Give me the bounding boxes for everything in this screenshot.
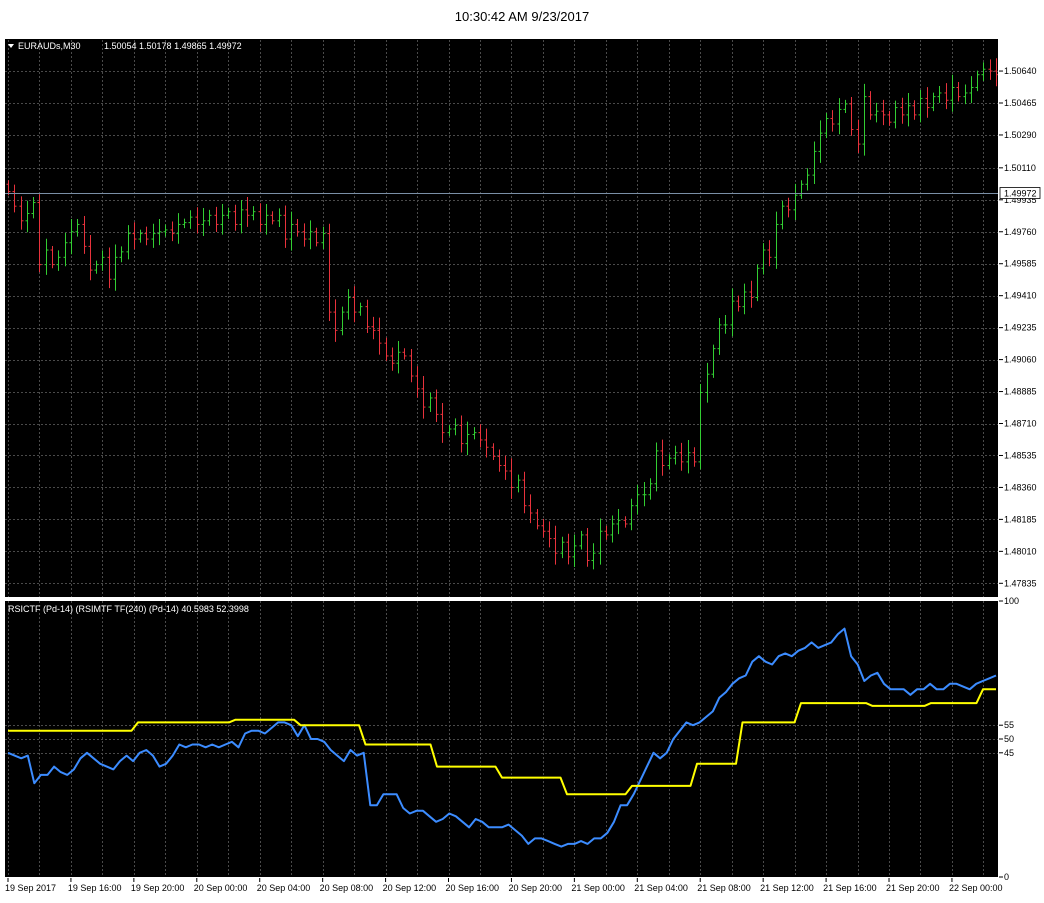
time-axis-label: 19 Sep 16:00	[68, 883, 122, 893]
time-axis-label: 21 Sep 08:00	[697, 883, 751, 893]
rsi-axis-label: 45	[1004, 748, 1014, 758]
price-axis-label: 1.50110	[1004, 163, 1036, 173]
time-axis-label: 19 Sep 2017	[5, 883, 56, 893]
time-axis-label: 20 Sep 04:00	[257, 883, 311, 893]
price-axis: 1.506401.504651.502901.501101.499351.497…	[999, 66, 1037, 588]
rsi-axis-label: 55	[1004, 720, 1014, 730]
price-axis-label: 1.48710	[1004, 419, 1037, 429]
time-axis-label: 20 Sep 16:00	[446, 883, 500, 893]
price-axis-label: 1.50290	[1004, 130, 1037, 140]
time-axis-label: 20 Sep 20:00	[508, 883, 562, 893]
price-legend-symbol: EURAUDs,M30	[18, 41, 81, 51]
indicator-legend: RSICTF (Pd-14) (RSIMTF TF(240) (Pd-14) 4…	[8, 604, 249, 614]
time-axis-label: 19 Sep 20:00	[131, 883, 185, 893]
price-axis-label: 1.48535	[1004, 450, 1037, 460]
time-axis-label: 21 Sep 12:00	[760, 883, 814, 893]
price-legend-ohlc: 1.50054 1.50178 1.49865 1.49972	[104, 41, 242, 51]
rsi-axis-label: 50	[1004, 734, 1014, 744]
time-axis-label: 21 Sep 00:00	[571, 883, 625, 893]
time-axis-label: 20 Sep 00:00	[194, 883, 248, 893]
price-axis-label: 1.49060	[1004, 355, 1037, 365]
price-axis-label: 1.48185	[1004, 514, 1037, 524]
trading-chart[interactable]: EURAUDs,M30 1.50054 1.50178 1.49865 1.49…	[0, 0, 1044, 903]
time-axis: 19 Sep 2017 19 Sep 16:00 19 Sep 20:00 20 Se…	[5, 878, 1003, 893]
time-axis-label: 22 Sep 00:00	[949, 883, 1003, 893]
price-axis-label: 1.49235	[1004, 323, 1037, 333]
price-axis-label: 1.48010	[1004, 546, 1037, 556]
current-price-tag: 1.49972	[999, 187, 1041, 199]
svg-text:1.49972: 1.49972	[1004, 189, 1037, 199]
price-axis-label: 1.47835	[1004, 578, 1037, 588]
price-axis-label: 1.49760	[1004, 227, 1037, 237]
price-axis-label: 1.50640	[1004, 66, 1037, 76]
rsi-axis-label: 0	[1004, 872, 1009, 882]
price-panel-background	[4, 38, 999, 598]
price-axis-label: 1.48360	[1004, 482, 1037, 492]
time-axis-label: 21 Sep 04:00	[634, 883, 688, 893]
rsi-axis: 100 55 50 45 0	[999, 596, 1019, 882]
time-axis-label: 21 Sep 16:00	[823, 883, 877, 893]
price-axis-label: 1.50465	[1004, 98, 1037, 108]
price-axis-label: 1.48885	[1004, 387, 1037, 397]
time-axis-label: 20 Sep 08:00	[320, 883, 374, 893]
price-axis-label: 1.49585	[1004, 259, 1037, 269]
price-axis-label: 1.49410	[1004, 291, 1037, 301]
time-axis-label: 20 Sep 12:00	[383, 883, 437, 893]
time-axis-label: 21 Sep 20:00	[886, 883, 940, 893]
rsi-axis-label: 100	[1004, 596, 1019, 606]
